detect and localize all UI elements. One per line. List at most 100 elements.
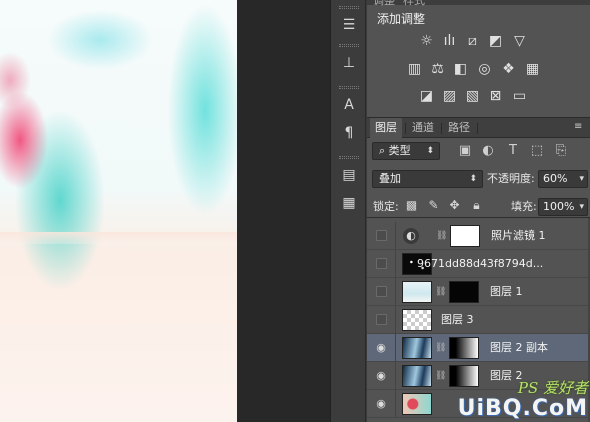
tab-adjustments[interactable]: 调整 bbox=[373, 0, 395, 8]
fill-label: 填充: bbox=[511, 200, 537, 213]
eye-icon[interactable]: ◉ bbox=[374, 397, 388, 411]
chevron-down-icon: ▾ bbox=[579, 174, 584, 184]
layer-name[interactable]: 图层 1 bbox=[490, 278, 585, 306]
filter-kind-dropdown[interactable]: ⌕ 类型 ⬍ bbox=[372, 142, 440, 160]
tab-divider bbox=[441, 123, 442, 134]
layer-thumbnail[interactable] bbox=[402, 365, 432, 387]
blend-mode-value: 叠加 bbox=[379, 172, 401, 185]
filter-type-icon[interactable]: T bbox=[505, 143, 521, 159]
divider bbox=[395, 222, 396, 250]
adjustments-tabbar: 调整 样式 bbox=[367, 0, 590, 8]
adjustments-row-2: ▥ ⚖ ◧ ◎ ❖ ▦ bbox=[367, 62, 590, 82]
layer-row[interactable]: ◐ ⛓ 照片滤镜 1 bbox=[367, 222, 590, 250]
link-icon[interactable]: ⛓ bbox=[435, 369, 446, 383]
posterize-icon[interactable]: ▨ bbox=[441, 89, 458, 104]
dock-grip[interactable] bbox=[339, 156, 359, 159]
layer-mask-thumbnail[interactable] bbox=[449, 281, 479, 303]
layer-name[interactable]: 图层 2 bbox=[490, 362, 585, 390]
visibility-toggle[interactable] bbox=[376, 314, 387, 325]
channel-mixer-icon[interactable]: ❖ bbox=[500, 62, 517, 77]
filter-kind-value: 类型 bbox=[388, 144, 411, 157]
document-canvas[interactable] bbox=[0, 0, 237, 422]
black-white-icon[interactable]: ◧ bbox=[452, 62, 469, 77]
filter-adjustment-icon[interactable]: ◐ bbox=[480, 143, 496, 159]
chevron-down-icon: ▾ bbox=[579, 202, 584, 212]
filter-pixel-icon[interactable]: ▣ bbox=[457, 143, 473, 159]
layer-name[interactable] bbox=[441, 390, 581, 418]
character-icon[interactable]: A bbox=[340, 96, 358, 114]
layer-row[interactable]: ◉ ⛓ 图层 2 副本 bbox=[367, 334, 590, 362]
layer-thumbnail[interactable] bbox=[402, 309, 432, 331]
layer-mask-thumbnail[interactable] bbox=[449, 337, 479, 359]
clone-source-icon[interactable]: ⊥ bbox=[340, 54, 358, 72]
eye-icon[interactable]: ◉ bbox=[374, 341, 388, 355]
levels-icon[interactable]: ılı bbox=[441, 34, 458, 49]
layer-mask-thumbnail[interactable] bbox=[449, 365, 479, 387]
info-icon[interactable]: ▦ bbox=[340, 194, 358, 212]
dock-grip[interactable] bbox=[339, 86, 359, 89]
canvas-image-detail bbox=[0, 232, 237, 244]
chevron-updown-icon: ⬍ bbox=[469, 174, 477, 184]
hue-saturation-icon[interactable]: ▥ bbox=[406, 62, 423, 77]
brush-preset-icon[interactable]: ☰ bbox=[340, 16, 358, 34]
link-icon[interactable]: ⛓ bbox=[435, 341, 446, 355]
layer-row[interactable]: ⛓ 图层 1 bbox=[367, 278, 590, 306]
lock-all-icon[interactable]: 🔒︎ bbox=[469, 198, 484, 213]
layer-name[interactable]: 图层 3 bbox=[441, 306, 581, 334]
layer-thumbnail[interactable] bbox=[402, 337, 432, 359]
link-icon[interactable]: ⛓ bbox=[436, 229, 447, 243]
threshold-icon[interactable]: ▧ bbox=[464, 89, 481, 104]
layer-thumbnail[interactable] bbox=[402, 393, 432, 415]
photo-filter-icon[interactable]: ◎ bbox=[476, 62, 493, 77]
link-icon[interactable]: ⛓ bbox=[435, 285, 446, 299]
layer-row[interactable]: 图层 3 bbox=[367, 306, 590, 334]
tab-divider bbox=[477, 123, 478, 134]
eye-icon[interactable]: ◉ bbox=[374, 369, 388, 383]
panel-menu-icon[interactable]: ≡ bbox=[574, 122, 588, 132]
opacity-value: 60% bbox=[543, 172, 568, 185]
blend-mode-dropdown[interactable]: 叠加 ⬍ bbox=[372, 170, 483, 188]
lock-transparent-icon[interactable]: ▩ bbox=[404, 198, 419, 213]
tab-styles[interactable]: 样式 bbox=[403, 0, 425, 8]
lock-paint-icon[interactable]: ✎ bbox=[426, 198, 441, 213]
dock-grip[interactable] bbox=[339, 6, 359, 9]
tab-paths[interactable]: 路径 bbox=[443, 118, 475, 138]
invert-icon[interactable]: ◪ bbox=[418, 89, 435, 104]
adjustments-row-3: ◪ ▨ ▧ ⊠ ▭ bbox=[367, 89, 590, 109]
visibility-toggle[interactable] bbox=[376, 286, 387, 297]
layer-row[interactable]: ◉ ⛓ 图层 2 bbox=[367, 362, 590, 390]
lock-position-icon[interactable]: ✥ bbox=[447, 198, 462, 213]
fill-input[interactable]: 100% ▾ bbox=[538, 198, 588, 216]
tab-channels[interactable]: 通道 bbox=[407, 118, 439, 138]
lock-fill-row: 锁定: ▩ ✎ ✥ 🔒︎ 填充: 100% ▾ bbox=[367, 196, 590, 218]
color-lookup-icon[interactable]: ▦ bbox=[524, 62, 541, 77]
layer-name[interactable]: 图层 2 副本 bbox=[490, 334, 585, 362]
layers-panel: 图层 通道 路径 ≡ ⌕ 类型 ⬍ ▣ ◐ T ⬚ ⎘ 叠加 ⬍ 不透明度: 6… bbox=[367, 118, 590, 422]
color-balance-icon[interactable]: ⚖ bbox=[429, 62, 446, 77]
paragraph-icon[interactable]: ¶ bbox=[340, 124, 358, 142]
layer-row[interactable]: 9671dd88d43f8794d... bbox=[367, 250, 590, 278]
search-icon: ⌕ bbox=[379, 144, 386, 157]
layer-row[interactable]: ◉ bbox=[367, 390, 590, 418]
layer-thumbnail[interactable] bbox=[402, 281, 432, 303]
tab-layers[interactable]: 图层 bbox=[370, 118, 402, 138]
layer-mask-thumbnail[interactable] bbox=[450, 225, 480, 247]
selective-color-icon[interactable]: ⊠ bbox=[487, 89, 504, 104]
notes-icon[interactable]: ▤ bbox=[340, 166, 358, 184]
layer-name[interactable]: 9671dd88d43f8794d... bbox=[417, 250, 587, 278]
visibility-toggle[interactable] bbox=[376, 230, 387, 241]
lock-label: 锁定: bbox=[373, 200, 399, 213]
adjustments-title: 添加调整 bbox=[377, 12, 426, 26]
visibility-toggle[interactable] bbox=[376, 258, 387, 269]
exposure-icon[interactable]: ◩ bbox=[487, 34, 504, 49]
layer-name[interactable]: 照片滤镜 1 bbox=[491, 222, 586, 250]
vibrance-icon[interactable]: ▽ bbox=[511, 34, 528, 49]
filter-shape-icon[interactable]: ⬚ bbox=[529, 143, 545, 159]
brightness-icon[interactable]: ☼ bbox=[418, 34, 435, 49]
gradient-map-icon[interactable]: ▭ bbox=[511, 89, 528, 104]
filter-smart-object-icon[interactable]: ⎘ bbox=[553, 143, 569, 159]
opacity-input[interactable]: 60% ▾ bbox=[538, 170, 588, 188]
curves-icon[interactable]: ⧄ bbox=[464, 34, 481, 49]
dock-grip[interactable] bbox=[339, 44, 359, 47]
opacity-label: 不透明度: bbox=[487, 172, 535, 185]
